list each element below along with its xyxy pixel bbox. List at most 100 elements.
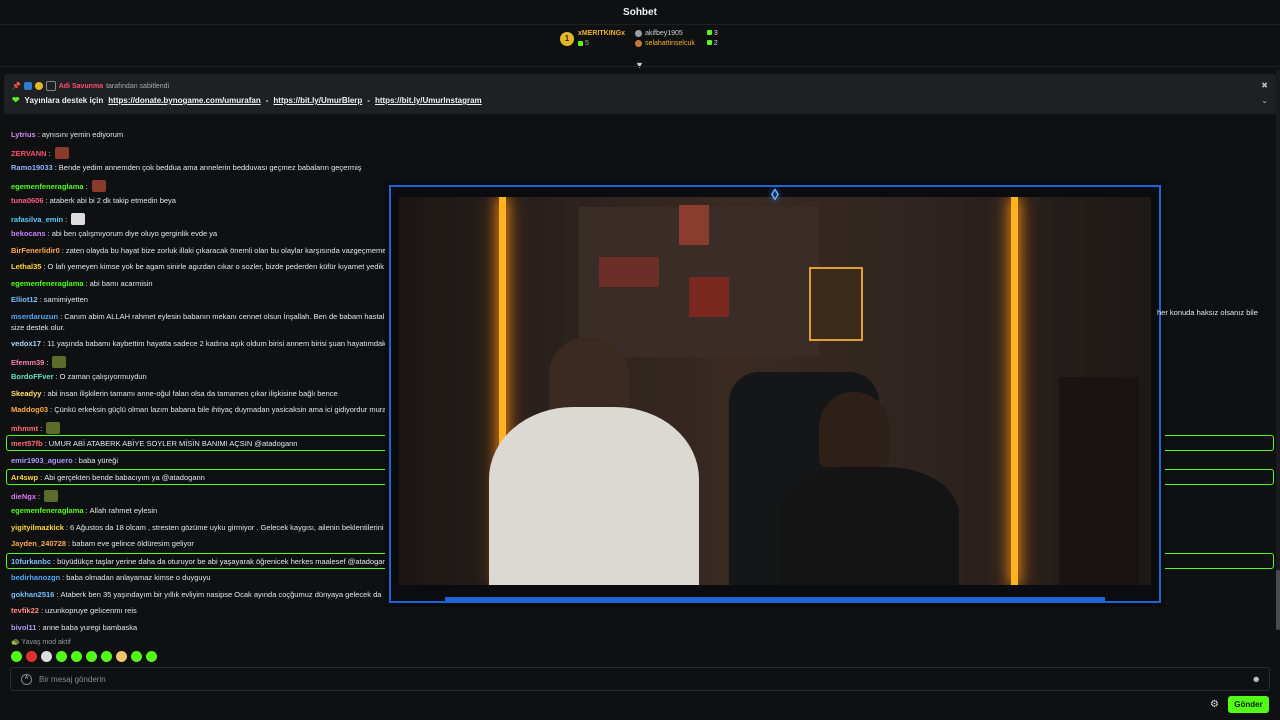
chat-username[interactable]: Lethal35 bbox=[11, 262, 41, 271]
emote-icon[interactable] bbox=[86, 651, 97, 662]
blerp-link[interactable]: https://bit.ly/UmurBlerp bbox=[273, 96, 362, 105]
emote-icon[interactable] bbox=[41, 651, 52, 662]
chat-username[interactable]: mserdaruzun bbox=[11, 312, 58, 321]
stream-video-overlay[interactable]: ◊ bbox=[385, 181, 1165, 607]
chat-username[interactable]: rafasilva_emin bbox=[11, 215, 63, 224]
badge-icon[interactable]: A bbox=[21, 674, 32, 685]
slow-mode-text: Yavaş mod aktif bbox=[21, 639, 71, 646]
chat-username[interactable]: dieNgx bbox=[11, 492, 36, 501]
colon: : bbox=[56, 590, 59, 599]
chat-username[interactable]: Maddog03 bbox=[11, 405, 48, 414]
chat-text: abi bamı acarmisin bbox=[89, 279, 153, 288]
chat-username[interactable]: egemenfeneraglama bbox=[11, 279, 84, 288]
emote-icon[interactable] bbox=[116, 651, 127, 662]
colon: : bbox=[65, 523, 69, 532]
chat-username[interactable]: yigityilmazkick bbox=[11, 523, 64, 532]
donate-link[interactable]: https://donate.bynogame.com/umurafan bbox=[108, 96, 260, 105]
chat-text: UMUR ABİ ATABERK ABİYE SOYLER MİSİN BANI… bbox=[48, 438, 298, 448]
pinned-by-user[interactable]: Adi Savunma bbox=[59, 83, 103, 90]
chat-message: bivol11: anne baba yuregi bambaska bbox=[11, 623, 137, 632]
chat-message: ZERVANN: bbox=[11, 147, 69, 159]
chat-username[interactable]: 10furkanbc bbox=[11, 557, 51, 566]
colon: : bbox=[68, 539, 71, 548]
colon: : bbox=[47, 229, 50, 238]
emote-icon[interactable] bbox=[146, 651, 157, 662]
chat-username[interactable]: gokhan2516 bbox=[11, 590, 54, 599]
colon: : bbox=[45, 196, 48, 205]
instagram-link[interactable]: https://bit.ly/UmurInstagram bbox=[375, 96, 482, 105]
emote-icon[interactable] bbox=[26, 651, 37, 662]
gold-medal-icon: 1 bbox=[560, 31, 574, 46]
chat-username[interactable]: Skeadyy bbox=[11, 389, 41, 398]
chat-username[interactable]: mert57fb bbox=[11, 439, 43, 448]
chat-username[interactable]: emir1903_aguero bbox=[11, 456, 73, 465]
chat-username[interactable]: bedirhanozgn bbox=[11, 573, 60, 582]
chat-username[interactable]: ZERVANN bbox=[11, 149, 47, 158]
chat-username[interactable]: tevfik22 bbox=[11, 606, 39, 615]
chat-username[interactable]: bivol11 bbox=[11, 623, 36, 632]
chat-text: 11 yaşında babamı kaybettim hayatta sade… bbox=[47, 339, 388, 348]
colon: : bbox=[40, 606, 44, 615]
gear-icon[interactable]: ⚙ bbox=[1210, 699, 1219, 710]
leaderboard-third[interactable]: selahattinselcuk bbox=[635, 40, 695, 47]
colon: : bbox=[40, 423, 43, 433]
colon: : bbox=[85, 181, 88, 191]
chat-text: aynısını yemin ediyorum bbox=[41, 130, 124, 139]
chat-username[interactable]: Efemm39 bbox=[11, 358, 44, 367]
chat-username[interactable]: mhmmt bbox=[11, 424, 38, 433]
chat-text: Bende yedim annemden çok beddua ama anne… bbox=[58, 163, 362, 172]
chat-message: tuna0606: ataberk abi bi 2 dk takip etmed… bbox=[11, 196, 176, 205]
chat-username[interactable]: Elliot12 bbox=[11, 295, 38, 304]
chat-message: Skeadyy: abi insan ilişkilerin tamamı ann… bbox=[11, 389, 338, 398]
scrollbar-thumb[interactable] bbox=[1276, 570, 1280, 630]
send-button[interactable]: Gönder bbox=[1228, 696, 1269, 713]
emote-icon[interactable] bbox=[131, 651, 142, 662]
chat-username[interactable]: egemenfeneraglama bbox=[11, 506, 84, 515]
emote-icon[interactable] bbox=[11, 651, 22, 662]
emote-icon[interactable] bbox=[71, 651, 82, 662]
emoji-picker-icon[interactable]: ☻ bbox=[1252, 674, 1261, 684]
guest-head bbox=[819, 392, 889, 467]
emote-icon bbox=[71, 213, 86, 225]
chat-username[interactable]: Ar4swp bbox=[11, 473, 38, 482]
chat-message: vedox17:11 yaşında babamı kaybettim haya… bbox=[11, 339, 388, 348]
silver-medal-icon bbox=[635, 30, 643, 37]
leaderboard-first[interactable]: 1 xMERITKINGx 5 bbox=[560, 30, 625, 47]
chat-message: gokhan2516: Ataberk ben 35 yaşındayım bir… bbox=[11, 590, 381, 599]
chat-text: ataberk abi bi 2 dk takip etmedin beya bbox=[49, 196, 176, 205]
chat-username[interactable]: tuna0606 bbox=[11, 196, 44, 205]
leader-name: akifbey1905 bbox=[645, 30, 683, 37]
chat-username[interactable]: Jayden_240728 bbox=[11, 539, 66, 548]
colon: : bbox=[85, 506, 88, 515]
overlay-bottom-bar bbox=[445, 597, 1105, 603]
chat-username[interactable]: BirFenerlidir0 bbox=[11, 246, 60, 255]
emote-bar bbox=[11, 651, 157, 662]
unpin-icon[interactable]: ✖ bbox=[1261, 81, 1268, 90]
badge-icon bbox=[34, 82, 43, 90]
chat-username[interactable]: vedox17 bbox=[11, 339, 41, 348]
emote-icon bbox=[91, 180, 106, 192]
collapse-leaderboard-icon[interactable]: ▼ bbox=[635, 60, 644, 70]
chat-text: Çünkü erkeksin güçlü olman lazım babana … bbox=[54, 405, 389, 414]
colon: : bbox=[54, 163, 57, 172]
separator: - bbox=[265, 96, 269, 105]
colon: : bbox=[43, 262, 46, 271]
chat-message: Jayden_240728: babam eve gelince öldüresi… bbox=[11, 539, 194, 548]
leaderboard-second[interactable]: akifbey1905 bbox=[635, 30, 695, 37]
chat-text: Ataberk ben 35 yaşındayım bir yıllık evl… bbox=[60, 590, 382, 599]
chat-text: Abi gerçekten bende babacıyım ya @atadog… bbox=[44, 472, 205, 482]
scrollbar[interactable] bbox=[1276, 70, 1280, 630]
colon: : bbox=[55, 372, 58, 381]
chat-username[interactable]: BordoFFver bbox=[11, 372, 54, 381]
chevron-down-icon[interactable]: ⌄ bbox=[1261, 96, 1268, 105]
neon-sign bbox=[809, 267, 863, 341]
chat-username[interactable]: egemenfeneraglama bbox=[11, 182, 84, 191]
chat-username[interactable]: Ramo19033 bbox=[11, 163, 53, 172]
leader-count: 3 bbox=[713, 30, 718, 37]
emote-icon[interactable] bbox=[56, 651, 67, 662]
chat-username[interactable]: Lytrius bbox=[11, 130, 36, 139]
separator: - bbox=[367, 96, 370, 105]
emote-icon[interactable] bbox=[101, 651, 112, 662]
chat-input[interactable]: A Bir mesaj gönderin ☻ bbox=[10, 667, 1270, 691]
chat-username[interactable]: bekocans bbox=[11, 229, 46, 238]
